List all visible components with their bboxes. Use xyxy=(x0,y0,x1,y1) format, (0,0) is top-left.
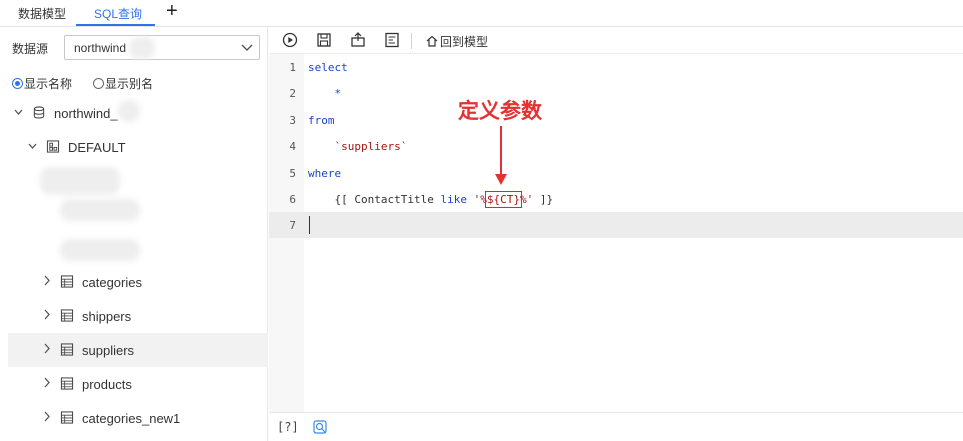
table-icon xyxy=(60,275,74,288)
parameter-placeholder: ${CT} xyxy=(484,191,522,208)
database-name: northwind_ xyxy=(54,106,118,121)
code-text: * xyxy=(308,87,342,100)
table-name: categories xyxy=(82,275,142,290)
toolbar-divider xyxy=(411,33,412,49)
table-name: products xyxy=(82,377,132,392)
redacted-blur xyxy=(60,199,140,221)
active-tab-indicator xyxy=(76,24,155,26)
chevron-right-icon[interactable] xyxy=(42,410,51,424)
datasource-label: 数据源 xyxy=(12,42,49,56)
editor-footer: [?] xyxy=(269,412,963,441)
back-to-model-label: 回到模型 xyxy=(440,35,489,49)
back-to-model-button[interactable]: 回到模型 xyxy=(425,33,488,50)
back-model-icon xyxy=(426,35,438,47)
line-number: 7 xyxy=(289,219,296,232)
code-line[interactable]: 5 where xyxy=(269,160,963,186)
line-number: 4 xyxy=(289,140,296,153)
annotation-arrow xyxy=(500,126,502,176)
editor-toolbar: 回到模型 xyxy=(269,27,963,54)
radio-show-name[interactable]: 显示名称 xyxy=(12,75,72,92)
chevron-down-icon[interactable] xyxy=(28,139,37,153)
table-name: shippers xyxy=(82,309,132,324)
code-line[interactable]: 1 select xyxy=(269,54,963,80)
tree-node-schema[interactable]: DEFAULT xyxy=(8,130,268,164)
tree-node-table[interactable]: shippers xyxy=(8,299,268,333)
line-number: 2 xyxy=(289,87,296,100)
chevron-right-icon[interactable] xyxy=(42,308,51,322)
help-button[interactable]: [?] xyxy=(277,420,299,434)
code-token: {[ ContactTitle xyxy=(308,193,441,206)
text-cursor xyxy=(309,216,310,234)
code-line-current[interactable]: 7 xyxy=(269,212,963,238)
tree-node-table-selected[interactable]: suppliers xyxy=(8,333,268,367)
chevron-right-icon[interactable] xyxy=(42,376,51,390)
code-text: select xyxy=(308,61,348,74)
table-icon xyxy=(60,411,74,424)
code-line[interactable]: 2 * xyxy=(269,80,963,106)
chevron-down-icon[interactable] xyxy=(14,105,23,119)
chevron-down-icon xyxy=(241,44,253,51)
radio-unselected-icon xyxy=(93,78,104,89)
schema-name: DEFAULT xyxy=(68,140,126,155)
code-line[interactable]: 4 `suppliers` xyxy=(269,133,963,159)
redacted-blur xyxy=(40,167,120,195)
run-icon[interactable] xyxy=(282,32,298,48)
code-token: ]} xyxy=(533,193,554,206)
radio-show-name-label: 显示名称 xyxy=(24,77,73,91)
tab-sql-query[interactable]: SQL查询 xyxy=(94,5,142,22)
tree-node-table[interactable]: products xyxy=(8,367,268,401)
table-name: categories_new1 xyxy=(82,411,181,426)
datasource-select[interactable]: northwind xyxy=(64,35,260,60)
redacted-blur xyxy=(118,100,140,122)
radio-selected-icon xyxy=(12,78,23,89)
line-number: 6 xyxy=(289,193,296,206)
line-number: 3 xyxy=(289,114,296,127)
annotation-label: 定义参数 xyxy=(458,99,542,123)
radio-show-alias[interactable]: 显示别名 xyxy=(93,75,153,92)
code-text: from xyxy=(308,114,335,127)
table-icon xyxy=(60,309,74,322)
database-icon xyxy=(33,106,45,119)
code-text: {[ ContactTitle like '%${CT}%' ]} xyxy=(308,191,554,208)
table-icon xyxy=(60,377,74,390)
tab-data-model[interactable]: 数据模型 xyxy=(18,5,66,22)
redacted-blur xyxy=(129,37,155,59)
query-tab-bar: 数据模型 SQL查询 + xyxy=(0,0,963,27)
code-line[interactable]: 3 from xyxy=(269,107,963,133)
code-text: `suppliers` xyxy=(308,140,408,153)
chevron-right-icon[interactable] xyxy=(42,342,51,356)
line-number: 1 xyxy=(289,61,296,74)
line-number: 5 xyxy=(289,167,296,180)
add-tab-icon[interactable]: + xyxy=(166,0,178,23)
save-icon[interactable] xyxy=(316,32,332,48)
code-string: %' xyxy=(519,193,534,206)
tree-node-database[interactable]: northwind_ xyxy=(8,96,268,130)
radio-show-alias-label: 显示别名 xyxy=(105,77,154,91)
chevron-right-icon[interactable] xyxy=(42,274,51,288)
datasource-value: northwind xyxy=(74,41,127,55)
code-keyword: like xyxy=(440,193,467,206)
export-icon[interactable] xyxy=(350,32,366,48)
search-icon[interactable] xyxy=(313,420,327,434)
table-icon xyxy=(60,343,74,356)
datasource-panel: 数据源 northwind 显示名称 显示别名 northwind_ DEFAU… xyxy=(0,27,268,441)
tree-node-table[interactable]: categories xyxy=(8,265,268,299)
redacted-blur xyxy=(60,239,140,261)
schema-icon xyxy=(46,140,60,153)
annotation-arrow-head xyxy=(495,174,507,185)
code-line[interactable]: 6 {[ ContactTitle like '%${CT}%' ]} xyxy=(269,186,963,212)
format-sql-icon[interactable] xyxy=(384,32,400,48)
code-text: where xyxy=(308,167,342,180)
code-string: '% xyxy=(466,193,487,206)
table-name: suppliers xyxy=(82,343,135,358)
tree-node-table[interactable]: categories_new1 xyxy=(8,401,268,435)
